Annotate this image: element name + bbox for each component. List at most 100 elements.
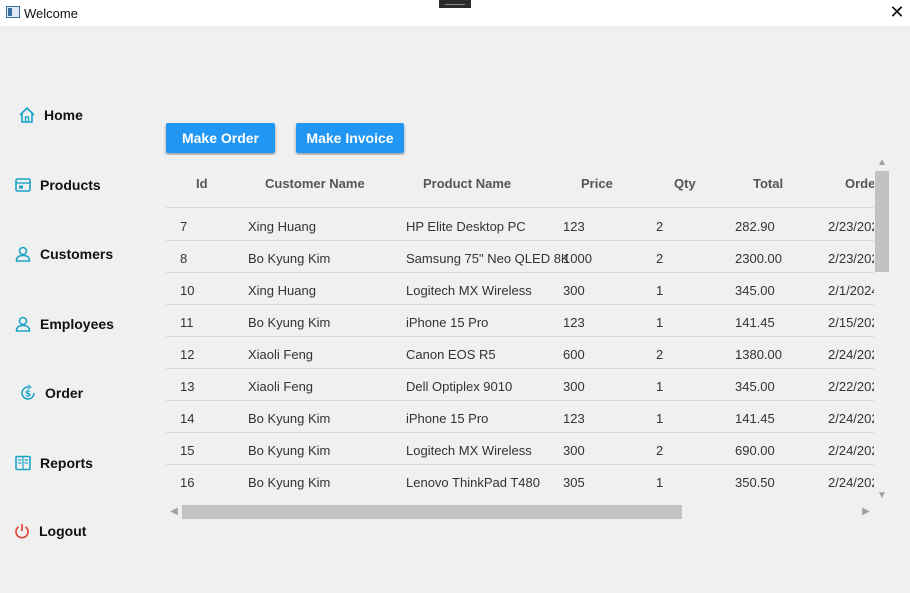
table-row[interactable]: 10 Xing Huang Logitech MX Wireless 300 1 345.… <box>166 273 874 305</box>
table-header: Id Customer Name Product Name Price Qty … <box>166 155 874 208</box>
table-row[interactable]: 13 Xiaoli Feng Dell Optiplex 9010 300 1 345.0… <box>166 369 874 401</box>
cell-id: 11 <box>180 315 194 330</box>
cell-price: 123 <box>563 411 585 426</box>
vertical-scrollbar[interactable]: ▲ ▼ <box>874 155 890 504</box>
scroll-right-arrow-icon[interactable]: ▶ <box>858 505 874 519</box>
cell-total: 141.45 <box>735 315 775 330</box>
column-header-order[interactable]: Order <box>845 176 874 191</box>
cell-customer-name: Xing Huang <box>248 283 316 298</box>
cell-qty: 2 <box>656 251 664 266</box>
cell-customer-name: Bo Kyung Kim <box>248 315 331 330</box>
make-order-button[interactable]: Make Order <box>166 123 275 153</box>
table-row[interactable]: 12 Xiaoli Feng Canon EOS R5 600 2 1380.00 2/24… <box>166 337 874 369</box>
drag-handle[interactable] <box>439 0 471 8</box>
scroll-up-arrow-icon[interactable]: ▲ <box>874 156 890 170</box>
cell-product-name: iPhone 15 Pro <box>406 315 489 330</box>
cell-id: 8 <box>180 251 188 266</box>
close-button[interactable]: ✕ <box>886 2 908 24</box>
order-icon: $ <box>19 384 37 402</box>
cell-id: 10 <box>180 283 195 298</box>
cell-product-name: iPhone 15 Pro <box>406 411 489 426</box>
cell-order-date: 2/15/202 <box>828 315 874 330</box>
column-header-price[interactable]: Price <box>581 176 613 191</box>
home-icon <box>18 106 36 124</box>
make-invoice-button[interactable]: Make Invoice <box>296 123 404 153</box>
cell-total: 2300.00 <box>735 251 782 266</box>
sidebar-item-label: Logout <box>39 523 87 539</box>
cell-qty: 2 <box>656 347 664 362</box>
title-bar: Welcome ✕ <box>0 0 910 26</box>
sidebar-item-employees[interactable]: Employees <box>14 315 114 333</box>
cell-id: 16 <box>180 475 195 490</box>
cell-price: 123 <box>563 219 585 234</box>
app-window-icon <box>6 6 20 18</box>
cell-price: 1000 <box>563 251 592 266</box>
cell-id: 14 <box>180 411 195 426</box>
column-header-product-name[interactable]: Product Name <box>423 176 511 191</box>
cell-total: 282.90 <box>735 219 775 234</box>
cell-id: 13 <box>180 379 195 394</box>
cell-price: 300 <box>563 283 585 298</box>
sidebar-item-reports[interactable]: Reports <box>14 454 93 472</box>
cell-order-date: 2/23/202 <box>828 219 874 234</box>
cell-product-name: Canon EOS R5 <box>406 347 496 362</box>
cell-customer-name: Xiaoli Feng <box>248 347 314 362</box>
cell-customer-name: Xiaoli Feng <box>248 379 314 394</box>
cell-qty: 1 <box>656 475 664 490</box>
cell-order-date: 2/1/2024 <box>828 283 874 298</box>
sidebar-item-label: Reports <box>40 455 93 471</box>
column-header-qty[interactable]: Qty <box>674 176 696 191</box>
cell-product-name: Lenovo ThinkPad T480 <box>406 475 540 490</box>
cell-order-date: 2/24/202 <box>828 347 874 362</box>
cell-total: 350.50 <box>735 475 775 490</box>
cell-price: 600 <box>563 347 585 362</box>
cell-order-date: 2/23/202 <box>828 251 874 266</box>
cell-product-name: Logitech MX Wireless <box>406 443 532 458</box>
horizontal-scroll-thumb[interactable] <box>182 505 682 519</box>
scroll-down-arrow-icon[interactable]: ▼ <box>874 489 890 503</box>
cell-total: 345.00 <box>735 379 775 394</box>
sidebar-item-order[interactable]: $ Order <box>19 384 83 402</box>
table-row[interactable]: 8 Bo Kyung Kim Samsung 75" Neo QLED 8K 1000… <box>166 241 874 273</box>
sidebar-item-home[interactable]: Home <box>18 106 83 124</box>
column-header-customer-name[interactable]: Customer Name <box>265 176 365 191</box>
cell-total: 690.00 <box>735 443 775 458</box>
horizontal-scrollbar[interactable]: ◀ ▶ <box>166 504 874 520</box>
cell-qty: 1 <box>656 283 664 298</box>
cell-customer-name: Bo Kyung Kim <box>248 411 331 426</box>
column-header-id[interactable]: Id <box>196 176 208 191</box>
cell-total: 1380.00 <box>735 347 782 362</box>
cell-product-name: Samsung 75" Neo QLED 8K <box>406 251 570 266</box>
cell-qty: 1 <box>656 315 664 330</box>
table-row[interactable]: 7 Xing Huang HP Elite Desktop PC 123 2 282.90… <box>166 209 874 241</box>
sidebar-item-customers[interactable]: Customers <box>14 245 113 263</box>
cell-order-date: 2/24/202 <box>828 411 874 426</box>
sidebar-item-label: Employees <box>40 316 114 332</box>
table-row[interactable]: 16 Bo Kyung Kim Lenovo ThinkPad T480 305 1 35… <box>166 465 874 496</box>
cell-id: 7 <box>180 219 188 234</box>
sidebar-item-label: Order <box>45 385 84 401</box>
cell-product-name: HP Elite Desktop PC <box>406 219 526 234</box>
svg-text:$: $ <box>25 390 31 400</box>
cell-qty: 1 <box>656 379 664 394</box>
scroll-left-arrow-icon[interactable]: ◀ <box>166 505 182 519</box>
sidebar-item-products[interactable]: Products <box>14 176 101 194</box>
table-row[interactable]: 15 Bo Kyung Kim Logitech MX Wireless 300 2 69… <box>166 433 874 465</box>
products-icon <box>14 176 32 194</box>
sidebar-item-logout[interactable]: Logout <box>13 522 86 540</box>
cell-customer-name: Bo Kyung Kim <box>248 443 331 458</box>
cell-customer-name: Bo Kyung Kim <box>248 475 331 490</box>
cell-order-date: 2/22/202 <box>828 379 874 394</box>
table-row[interactable]: 14 Bo Kyung Kim iPhone 15 Pro 123 1 141.45 2/2… <box>166 401 874 433</box>
cell-total: 345.00 <box>735 283 775 298</box>
table-body: 7 Xing Huang HP Elite Desktop PC 123 2 282.90… <box>166 209 874 496</box>
sidebar-item-label: Home <box>44 107 83 123</box>
sidebar-item-label: Customers <box>40 246 114 262</box>
cell-price: 300 <box>563 443 585 458</box>
vertical-scroll-thumb[interactable] <box>875 171 889 272</box>
customers-icon <box>14 245 32 263</box>
table-row[interactable]: 11 Bo Kyung Kim iPhone 15 Pro 123 1 141.45 2/1… <box>166 305 874 337</box>
cell-product-name: Dell Optiplex 9010 <box>406 379 513 394</box>
column-header-total[interactable]: Total <box>753 176 783 191</box>
cell-qty: 2 <box>656 219 664 234</box>
